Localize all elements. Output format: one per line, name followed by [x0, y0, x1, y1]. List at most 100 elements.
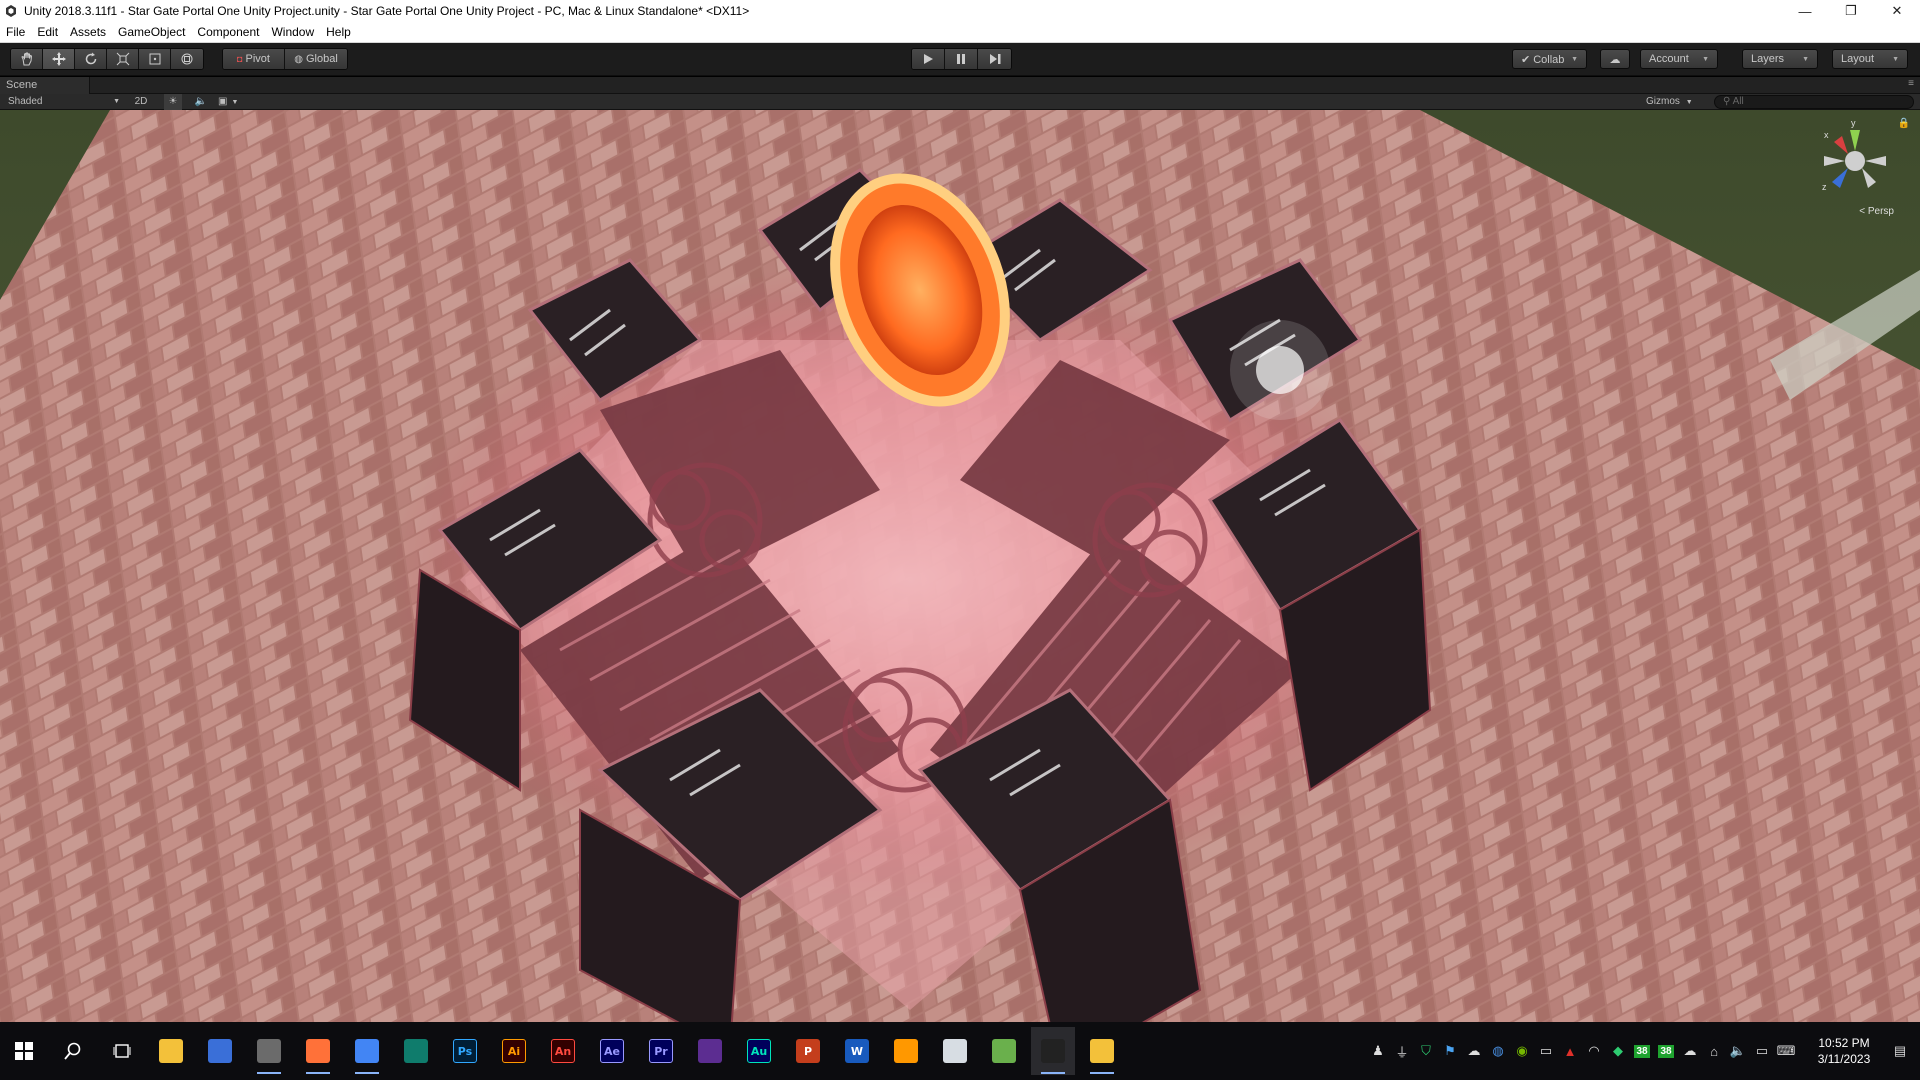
account-label: Account — [1649, 53, 1689, 65]
menu-component[interactable]: Component — [191, 22, 265, 43]
collab-dropdown[interactable]: ✔ Collab ▼ — [1512, 49, 1587, 69]
taskbar-app-after-effects[interactable]: Ae — [590, 1027, 634, 1075]
pause-button[interactable] — [945, 49, 978, 69]
chevron-down-icon: ▼ — [1892, 55, 1899, 63]
lighting-toggle[interactable]: ☀ — [164, 94, 182, 110]
transform-tools — [10, 48, 204, 70]
taskbar-app-photoshop[interactable]: Ps — [443, 1027, 487, 1075]
taskbar-app-premiere[interactable]: Pr — [639, 1027, 683, 1075]
keyboard-icon[interactable]: ⌨ — [1774, 1039, 1798, 1063]
start-button[interactable] — [2, 1027, 46, 1075]
search-button[interactable] — [51, 1027, 95, 1075]
wifi-icon[interactable]: ◠ — [1582, 1039, 1606, 1063]
onedrive-icon[interactable]: ☁ — [1678, 1039, 1702, 1063]
global-toggle[interactable]: ◍ Global — [285, 49, 347, 69]
window-icon[interactable]: ▭ — [1534, 1039, 1558, 1063]
windows-logo-icon — [15, 1042, 33, 1060]
taskbar-app-inkscape[interactable] — [247, 1027, 291, 1075]
taskbar-app-installer[interactable] — [982, 1027, 1026, 1075]
hand-tool-button[interactable] — [11, 49, 43, 69]
rotate-tool-button[interactable] — [75, 49, 107, 69]
pivot-toggle[interactable]: ◘ Pivot — [223, 49, 285, 69]
effects-dropdown[interactable]: ▣ ▼ — [218, 94, 248, 110]
volume-icon[interactable]: 🔈 — [1726, 1039, 1750, 1063]
menu-window[interactable]: Window — [265, 22, 320, 43]
panel-menu-icon[interactable]: ≡ — [1908, 78, 1914, 89]
taskbar-app-unity[interactable] — [1031, 1027, 1075, 1075]
maximize-button[interactable]: ❐ — [1828, 0, 1874, 22]
layers-dropdown[interactable]: Layers ▼ — [1742, 49, 1818, 69]
taskbar-app-illustrator[interactable]: Ai — [492, 1027, 536, 1075]
scene-viewport[interactable]: y x z 🔒 < Persp — [0, 110, 1920, 1022]
people-icon[interactable]: ♟ — [1366, 1039, 1390, 1063]
chevron-down-icon: ▼ — [113, 98, 120, 105]
svg-text:x: x — [1824, 130, 1829, 140]
speaker-icon: 🔈 — [194, 96, 208, 107]
play-button[interactable] — [912, 49, 945, 69]
unity-hub-icon — [208, 1039, 232, 1063]
notepad-icon — [943, 1039, 967, 1063]
scene-search-input[interactable]: ⚲ All — [1714, 95, 1914, 109]
minimize-button[interactable]: — — [1782, 0, 1828, 22]
menu-bar: File Edit Assets GameObject Component Wi… — [0, 22, 1920, 43]
svg-text:z: z — [1822, 182, 1827, 192]
taskbar-app-powerpoint[interactable]: P — [786, 1027, 830, 1075]
temperature-badge-b[interactable]: 38 — [1654, 1039, 1678, 1063]
nvidia-icon[interactable]: ◉ — [1510, 1039, 1534, 1063]
inkscape-icon — [257, 1039, 281, 1063]
taskbar-app-visual-studio[interactable] — [688, 1027, 732, 1075]
account-dropdown[interactable]: Account ▼ — [1640, 49, 1718, 69]
taskbar-app-folder[interactable] — [1080, 1027, 1124, 1075]
search-icon — [64, 1042, 81, 1060]
temperature-badge-a[interactable]: 38 — [1630, 1039, 1654, 1063]
close-button[interactable]: ✕ — [1874, 0, 1920, 22]
taskbar-app-file-explorer[interactable] — [149, 1027, 193, 1075]
audio-toggle[interactable]: 🔈 — [192, 94, 210, 110]
network-icon[interactable]: ⌂ — [1702, 1039, 1726, 1063]
move-tool-button[interactable] — [43, 49, 75, 69]
menu-assets[interactable]: Assets — [64, 22, 112, 43]
taskbar-app-audition[interactable]: Au — [737, 1027, 781, 1075]
taskbar-app-word[interactable]: W — [835, 1027, 879, 1075]
lock-icon[interactable]: 🔒 — [1898, 118, 1910, 129]
menu-edit[interactable]: Edit — [31, 22, 64, 43]
task-view-button[interactable] — [100, 1027, 144, 1075]
usb-icon[interactable]: ⏚ — [1390, 1039, 1414, 1063]
shading-mode-dropdown[interactable]: Shaded ▼ — [8, 94, 120, 110]
projection-label[interactable]: < Persp — [1859, 206, 1894, 217]
tab-scene[interactable]: Scene — [0, 77, 90, 94]
2d-toggle[interactable]: 2D — [132, 94, 150, 110]
notification-center-icon[interactable]: ▤ — [1890, 1039, 1910, 1063]
taskbar-app-notepad[interactable] — [933, 1027, 977, 1075]
layout-dropdown[interactable]: Layout ▼ — [1832, 49, 1908, 69]
update-icon[interactable]: ◆ — [1606, 1039, 1630, 1063]
transform-icon — [181, 53, 193, 65]
menu-file[interactable]: File — [0, 22, 31, 43]
taskbar-app-dreamweaver-doc[interactable] — [394, 1027, 438, 1075]
play-icon — [924, 54, 933, 64]
adobe-icon[interactable]: ▲ — [1558, 1039, 1582, 1063]
security-shield-icon[interactable]: ⛉ — [1414, 1039, 1438, 1063]
orientation-gizmo[interactable]: y x z — [1810, 116, 1900, 216]
handle-position-toggles: ◘ Pivot ◍ Global — [222, 48, 348, 70]
menu-gameobject[interactable]: GameObject — [112, 22, 191, 43]
taskbar-app-firefox[interactable] — [296, 1027, 340, 1075]
globe-icon[interactable]: ◍ — [1486, 1039, 1510, 1063]
flag-icon[interactable]: ⚑ — [1438, 1039, 1462, 1063]
cloud-sync-icon[interactable]: ☁ — [1462, 1039, 1486, 1063]
taskbar-app-sublime[interactable] — [884, 1027, 928, 1075]
photoshop-icon: Ps — [453, 1039, 477, 1063]
rect-tool-button[interactable] — [139, 49, 171, 69]
taskbar-app-unity-hub[interactable] — [198, 1027, 242, 1075]
taskbar-app-chrome[interactable] — [345, 1027, 389, 1075]
clock[interactable]: 10:52 PM 3/11/2023 — [1808, 1035, 1880, 1067]
scale-tool-button[interactable] — [107, 49, 139, 69]
step-button[interactable] — [978, 49, 1011, 69]
clock-time: 10:52 PM — [1818, 1036, 1870, 1050]
gizmos-dropdown[interactable]: Gizmos ▼ — [1646, 94, 1700, 110]
menu-help[interactable]: Help — [320, 22, 357, 43]
battery-icon[interactable]: ▭ — [1750, 1039, 1774, 1063]
taskbar-app-animate[interactable]: An — [541, 1027, 585, 1075]
transform-tool-button[interactable] — [171, 49, 203, 69]
cloud-services-button[interactable]: ☁ — [1600, 49, 1630, 69]
